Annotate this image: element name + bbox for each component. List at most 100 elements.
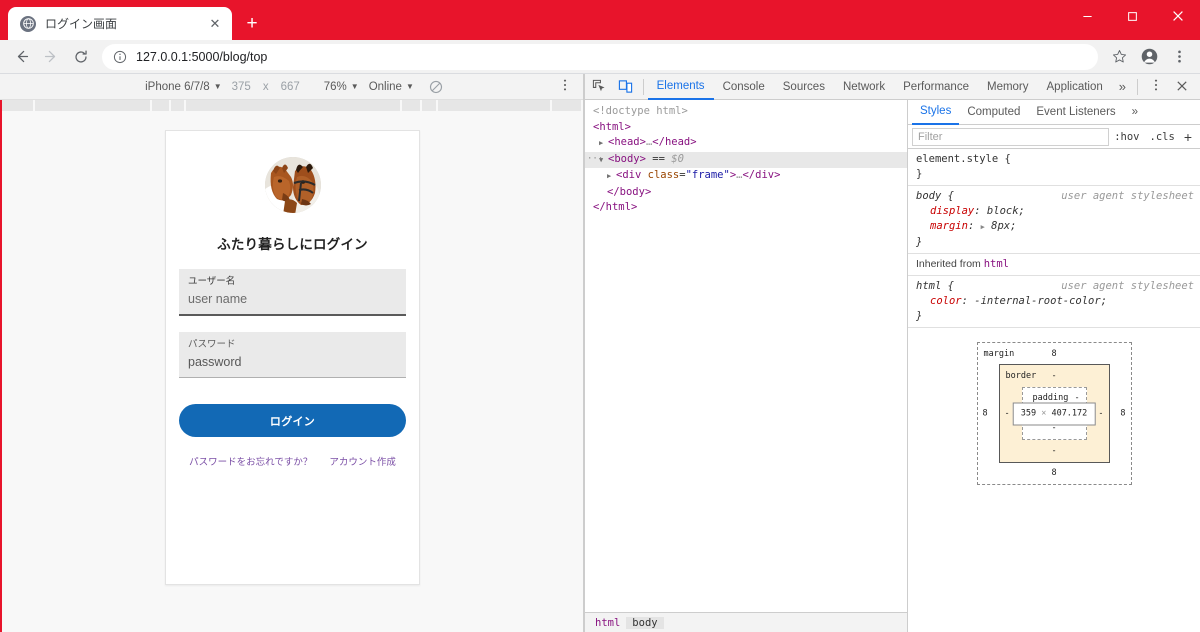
rule-element-style[interactable]: element.style { }	[908, 149, 1200, 186]
border-right-value[interactable]: -	[1098, 406, 1103, 421]
zoom-selector[interactable]: 76% ▼	[319, 81, 364, 93]
declaration-property: display	[930, 205, 975, 217]
box-model-border[interactable]: border - - - - padding - - -	[998, 364, 1110, 463]
tab-event-listeners[interactable]: Event Listeners	[1028, 100, 1123, 124]
tab-computed[interactable]: Computed	[959, 100, 1028, 124]
address-bar[interactable]: 127.0.0.1:5000/blog/top	[102, 43, 1098, 70]
declaration[interactable]: color: -internal-root-color;	[916, 294, 1194, 309]
border-left-value[interactable]: -	[1005, 406, 1010, 421]
password-field[interactable]: パスワード password	[179, 332, 406, 379]
network-throttle-selector[interactable]: Online ▼	[364, 81, 419, 93]
declaration[interactable]: margin: ▶ 8px;	[916, 219, 1194, 235]
hov-button[interactable]: :hov	[1109, 131, 1144, 143]
breadcrumb-body[interactable]: body	[626, 616, 664, 629]
username-field[interactable]: ユーザー名 user name	[179, 269, 406, 317]
chevron-down-icon: ▼	[405, 82, 414, 91]
margin-right-value[interactable]: 8	[1120, 406, 1125, 421]
box-model-content[interactable]: 359 × 407.172	[1012, 402, 1096, 425]
border-bottom-value[interactable]: -	[1051, 444, 1056, 459]
login-button[interactable]: ログイン	[179, 404, 406, 438]
forgot-password-link[interactable]: パスワードをお忘れですか？	[189, 454, 312, 468]
account-icon[interactable]	[1134, 43, 1164, 71]
ruler-segment	[35, 100, 151, 111]
device-toolbar-icon[interactable]	[613, 75, 639, 99]
page-viewport[interactable]: ふたり暮らしにログイン ユーザー名 user name パスワード passwo…	[0, 116, 583, 632]
maximize-button[interactable]	[1110, 0, 1155, 32]
close-icon[interactable]: ✕	[206, 15, 224, 33]
username-input[interactable]: user name	[188, 290, 397, 309]
viewport-width-input[interactable]: 375	[227, 81, 256, 93]
viewport-height-input[interactable]: 667	[276, 81, 305, 93]
network-value: Online	[368, 80, 402, 93]
dom-row-html-close[interactable]: </html>	[585, 200, 907, 216]
browser-tab[interactable]: ログイン画面 ✕	[8, 7, 232, 40]
css-rules-list: element.style { } body { user agent styl…	[908, 149, 1200, 632]
viewport-ruler	[0, 100, 583, 116]
cls-button[interactable]: .cls	[1145, 131, 1180, 143]
reload-icon[interactable]	[66, 43, 96, 71]
inherited-source-tag[interactable]: html	[984, 258, 1009, 270]
dom-row-body-close[interactable]: </body>	[585, 185, 907, 201]
border-top-value[interactable]: -	[1051, 369, 1056, 384]
password-input[interactable]: password	[188, 353, 397, 372]
content-dimension-separator: ×	[1041, 408, 1047, 418]
zoom-value: 76%	[323, 80, 347, 93]
tab-application[interactable]: Application	[1038, 74, 1112, 99]
bookmark-star-icon[interactable]	[1104, 43, 1134, 71]
devtools-right-actions	[1133, 78, 1200, 95]
rule-html[interactable]: html { user agent stylesheet color: -int…	[908, 276, 1200, 328]
create-account-link[interactable]: アカウント作成	[329, 454, 396, 468]
devtools-close-icon[interactable]	[1170, 79, 1194, 95]
close-window-button[interactable]	[1155, 0, 1200, 32]
minimize-button[interactable]	[1065, 0, 1110, 32]
back-icon[interactable]	[6, 43, 36, 71]
tab-memory[interactable]: Memory	[978, 74, 1038, 99]
tab-elements[interactable]: Elements	[647, 74, 714, 100]
tab-styles[interactable]: Styles	[912, 100, 960, 125]
styles-filter-input[interactable]: Filter	[912, 127, 1110, 146]
more-tabs-icon[interactable]: »	[1112, 79, 1133, 94]
tab-network[interactable]: Network	[834, 74, 894, 99]
ruler-segments	[2, 100, 583, 111]
dom-tree[interactable]: <!doctype html> <html> ▶ <head>…</head> ·…	[585, 100, 907, 612]
new-tab-button[interactable]: +	[238, 9, 266, 37]
declaration-value[interactable]: block;	[987, 205, 1025, 217]
no-throttling-icon[interactable]	[429, 80, 443, 94]
tab-sources[interactable]: Sources	[774, 74, 834, 99]
tab-console[interactable]: Console	[714, 74, 774, 99]
toolbar-divider	[642, 78, 644, 95]
dom-row-html-open[interactable]: <html>	[585, 120, 907, 136]
box-model-margin[interactable]: margin 8 8 8 8 border - - - - padding - …	[976, 342, 1132, 485]
rule-body[interactable]: body { user agent stylesheet display: bl…	[908, 186, 1200, 254]
dom-row-doctype[interactable]: <!doctype html>	[585, 104, 907, 120]
dom-row-head[interactable]: ▶ <head>…</head>	[585, 135, 907, 152]
breadcrumb-html[interactable]: html	[589, 617, 626, 629]
new-style-rule-button[interactable]: +	[1180, 129, 1196, 145]
box-model-padding[interactable]: padding - - - - 359 × 407.172	[1012, 387, 1096, 440]
declaration[interactable]: display: block;	[916, 204, 1194, 219]
device-toolbar-menu-icon[interactable]	[559, 78, 571, 95]
dimension-separator: x	[262, 80, 269, 93]
tab-performance[interactable]: Performance	[894, 74, 978, 99]
declaration-value[interactable]: 8px;	[991, 220, 1016, 232]
ruler-segment	[185, 100, 401, 111]
inspect-element-icon[interactable]	[587, 75, 613, 99]
declaration-value[interactable]: -internal-root-color;	[974, 295, 1107, 307]
dom-row-body-selected[interactable]: ··· ▼ <body> == $0	[585, 151, 907, 168]
info-circle-icon[interactable]	[112, 49, 128, 65]
margin-bottom-value[interactable]: 8	[1051, 466, 1056, 481]
dom-breadcrumb: html body	[585, 612, 907, 632]
chrome-menu-icon[interactable]	[1164, 43, 1194, 71]
device-selector[interactable]: iPhone 6/7/8 ▼	[140, 81, 227, 93]
margin-top-value[interactable]: 8	[1051, 347, 1056, 362]
page-title: ふたり暮らしにログイン	[217, 237, 368, 252]
rule-selector: body {	[916, 190, 954, 202]
margin-left-value[interactable]: 8	[983, 406, 988, 421]
ruler-segment	[421, 100, 436, 111]
styles-more-tabs-icon[interactable]: »	[1124, 100, 1146, 124]
rule-close-brace: }	[916, 168, 923, 180]
devtools-menu-icon[interactable]	[1142, 78, 1170, 95]
ruler-segment	[2, 100, 34, 111]
dom-row-frame-div[interactable]: ▶ <div class="frame">…</div>	[585, 168, 907, 185]
forward-icon[interactable]	[36, 43, 66, 71]
